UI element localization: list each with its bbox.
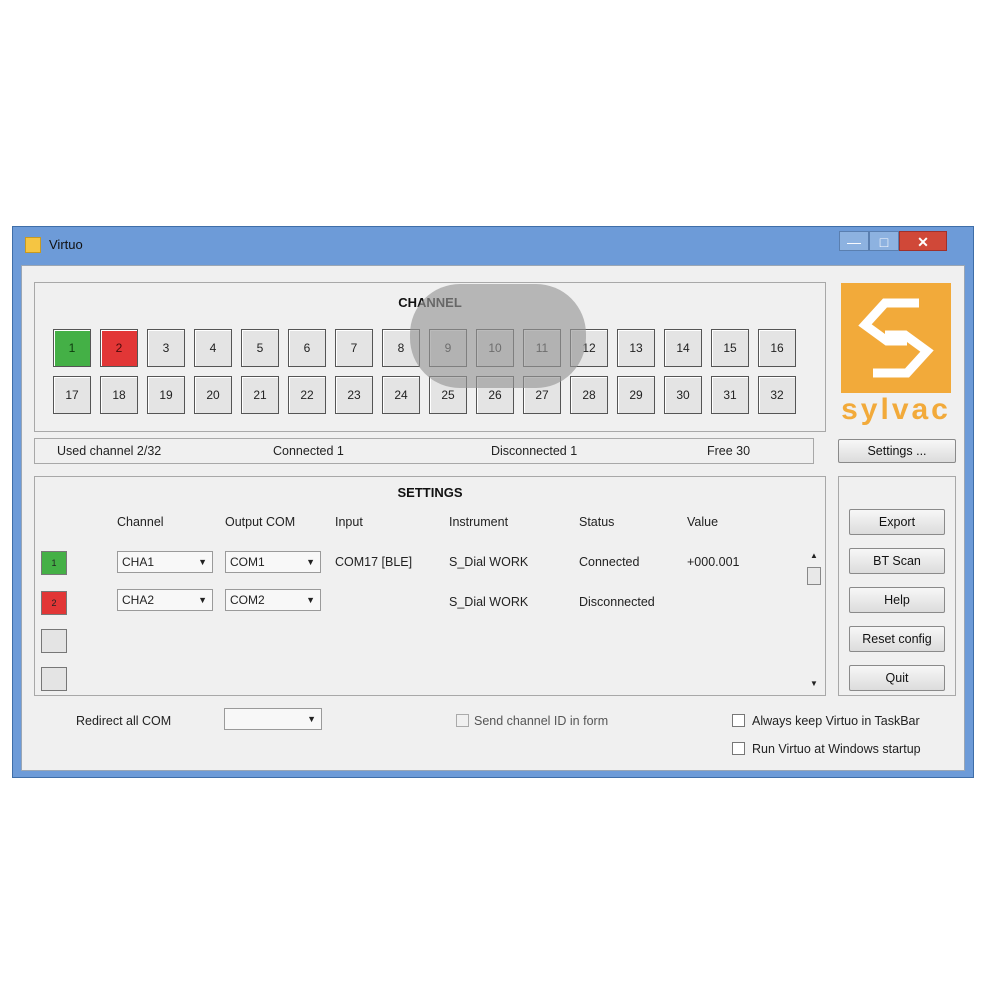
channel-button-14[interactable]: 14 — [664, 329, 702, 367]
settings-group: SETTINGS Channel Output COM Input Instru… — [34, 476, 826, 696]
status-cell: Connected — [579, 555, 640, 569]
channel-button-24[interactable]: 24 — [382, 376, 420, 414]
always-taskbar-checkbox[interactable] — [732, 714, 745, 727]
dropdown-arrow-icon: ▼ — [198, 595, 207, 605]
window-title: Virtuo — [49, 237, 83, 252]
col-status: Status — [579, 515, 615, 529]
cursor-highlight-overlay — [410, 284, 586, 388]
col-instrument: Instrument — [449, 515, 509, 529]
channel-button-23[interactable]: 23 — [335, 376, 373, 414]
dropdown-arrow-icon: ▼ — [198, 557, 207, 567]
channel-button-4[interactable]: 4 — [194, 329, 232, 367]
col-input: Input — [335, 515, 363, 529]
instrument-cell: S_Dial WORK — [449, 555, 529, 569]
always-taskbar-label: Always keep Virtuo in TaskBar — [752, 714, 920, 728]
logo-text: sylvac — [841, 393, 951, 426]
row-indicator — [41, 667, 67, 691]
minimize-button[interactable]: — — [839, 231, 869, 251]
output-com-select[interactable]: COM1 ▼ — [225, 551, 321, 573]
export-button[interactable]: Export — [849, 509, 945, 535]
channel-select[interactable]: CHA2 ▼ — [117, 589, 213, 611]
channel-button-21[interactable]: 21 — [241, 376, 279, 414]
channel-button-6[interactable]: 6 — [288, 329, 326, 367]
used-channel-status: Used channel 2/32 — [57, 444, 162, 458]
bt-scan-button[interactable]: BT Scan — [849, 548, 945, 574]
settings-scrollbar[interactable]: ▲ ▼ — [805, 551, 823, 691]
col-output-com: Output COM — [225, 515, 296, 529]
logo-s-icon — [858, 298, 934, 378]
free-status: Free 30 — [707, 444, 751, 458]
scroll-down-icon[interactable]: ▼ — [805, 679, 823, 691]
dropdown-arrow-icon: ▼ — [307, 714, 316, 724]
settings-group-title: SETTINGS — [397, 485, 463, 500]
row-indicator — [41, 629, 67, 653]
title-bar[interactable]: Virtuo — □ ✕ — [13, 227, 973, 265]
channel-button-2[interactable]: 2 — [100, 329, 138, 367]
channel-button-17[interactable]: 17 — [53, 376, 91, 414]
redirect-com-select[interactable]: ▼ — [224, 708, 322, 730]
channel-button-5[interactable]: 5 — [241, 329, 279, 367]
channel-button-19[interactable]: 19 — [147, 376, 185, 414]
send-channel-checkbox[interactable] — [456, 714, 469, 727]
channel-select-value: CHA2 — [122, 593, 155, 607]
side-button-group: Export BT Scan Help Reset config Quit — [838, 476, 956, 696]
channel-button-29[interactable]: 29 — [617, 376, 655, 414]
input-cell: COM17 [BLE] — [335, 555, 413, 569]
settings-button[interactable]: Settings ... — [838, 439, 956, 463]
disconnected-status: Disconnected 1 — [491, 444, 578, 458]
value-cell: +000.001 — [687, 555, 740, 569]
dropdown-arrow-icon: ▼ — [306, 595, 315, 605]
scroll-up-icon[interactable]: ▲ — [805, 551, 823, 563]
connected-status: Connected 1 — [273, 444, 344, 458]
help-button[interactable]: Help — [849, 587, 945, 613]
channel-button-7[interactable]: 7 — [335, 329, 373, 367]
maximize-button[interactable]: □ — [869, 231, 899, 251]
sylvac-logo: sylvac — [841, 283, 951, 431]
channel-button-22[interactable]: 22 — [288, 376, 326, 414]
row-indicator: 2 — [41, 591, 67, 615]
run-startup-checkbox[interactable] — [732, 742, 745, 755]
channel-button-31[interactable]: 31 — [711, 376, 749, 414]
status-cell: Disconnected — [579, 595, 655, 609]
redirect-com-label: Redirect all COM — [76, 714, 172, 728]
channel-button-28[interactable]: 28 — [570, 376, 608, 414]
channel-button-1[interactable]: 1 — [53, 329, 91, 367]
output-com-select[interactable]: COM2 ▼ — [225, 589, 321, 611]
output-com-select-value: COM2 — [230, 593, 265, 607]
logo-mark — [841, 283, 951, 393]
close-button[interactable]: ✕ — [899, 231, 947, 251]
run-startup-label: Run Virtuo at Windows startup — [752, 742, 921, 756]
channel-button-3[interactable]: 3 — [147, 329, 185, 367]
col-value: Value — [687, 515, 719, 529]
channel-button-18[interactable]: 18 — [100, 376, 138, 414]
channel-button-30[interactable]: 30 — [664, 376, 702, 414]
status-bar: Used channel 2/32 Connected 1 Disconnect… — [34, 438, 814, 464]
channel-button-16[interactable]: 16 — [758, 329, 796, 367]
instrument-cell: S_Dial WORK — [449, 595, 529, 609]
row-indicator: 1 — [41, 551, 67, 575]
channel-select[interactable]: CHA1 ▼ — [117, 551, 213, 573]
quit-button[interactable]: Quit — [849, 665, 945, 691]
channel-select-value: CHA1 — [122, 555, 155, 569]
channel-button-20[interactable]: 20 — [194, 376, 232, 414]
scroll-thumb[interactable] — [807, 567, 821, 585]
output-com-select-value: COM1 — [230, 555, 265, 569]
channel-button-15[interactable]: 15 — [711, 329, 749, 367]
col-channel: Channel — [117, 515, 164, 529]
app-icon — [25, 237, 41, 253]
channel-button-32[interactable]: 32 — [758, 376, 796, 414]
channel-button-13[interactable]: 13 — [617, 329, 655, 367]
send-channel-label: Send channel ID in form — [474, 714, 609, 728]
dropdown-arrow-icon: ▼ — [306, 557, 315, 567]
reset-config-button[interactable]: Reset config — [849, 626, 945, 652]
